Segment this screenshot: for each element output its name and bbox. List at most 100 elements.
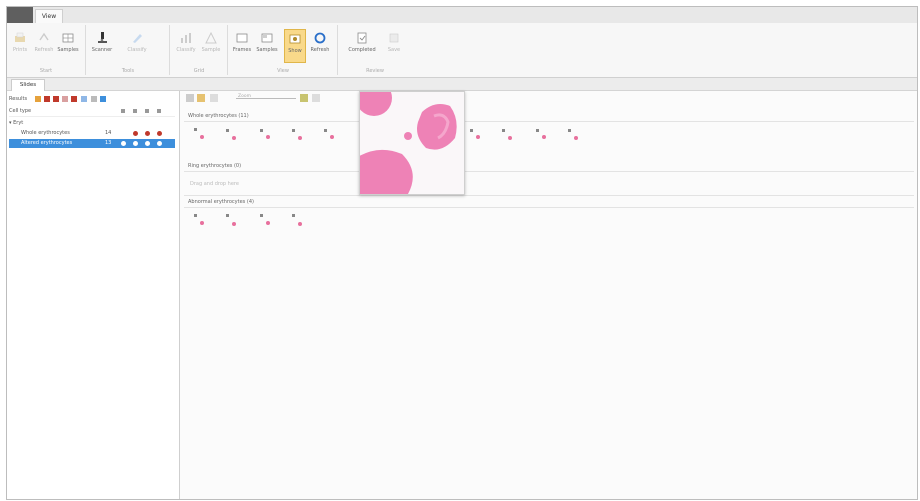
tree-item-whole-erythrocytes[interactable]: Whole erythrocytes 14	[9, 129, 175, 138]
cell-thumbnail[interactable]	[260, 129, 263, 132]
cell-thumbnail[interactable]	[200, 135, 204, 139]
section-divider	[184, 195, 914, 196]
cell-thumbnail[interactable]	[568, 129, 571, 132]
ribbon-group-grid: Classify Sample Grid	[171, 25, 228, 75]
app-window: View Prints Refresh Samples Start Scanne…	[6, 6, 918, 500]
cell-thumbnail[interactable]	[502, 129, 505, 132]
tree-item-count: 13	[105, 140, 112, 146]
user-icon[interactable]	[100, 96, 106, 102]
cell-thumbnail[interactable]	[470, 129, 473, 132]
ribbon-group-start: Prints Refresh Samples Start	[7, 25, 86, 75]
grid-icon	[62, 33, 74, 43]
cell-thumbnail[interactable]	[200, 221, 204, 225]
cell-thumbnail[interactable]	[226, 129, 229, 132]
tree-group-label: Eryt	[13, 120, 24, 126]
marker-icon[interactable]	[53, 96, 59, 102]
cell-thumbnail[interactable]	[226, 214, 229, 217]
ribbon-group-tools: Scanner Classify Tools	[87, 25, 170, 75]
app-menu-button[interactable]	[7, 7, 33, 23]
cell-thumbnail[interactable]	[266, 221, 270, 225]
scanner-label: Scanner	[91, 47, 113, 53]
cell-thumbnail[interactable]	[536, 129, 539, 132]
cell-thumbnail[interactable]	[324, 129, 327, 132]
cell-thumbnail[interactable]	[292, 214, 295, 217]
column-icon	[133, 109, 137, 113]
cell-thumbnail[interactable]	[298, 222, 302, 226]
cell-thumbnail[interactable]	[194, 128, 197, 131]
tab-slides[interactable]: Slides	[11, 79, 45, 91]
status-marker	[157, 141, 162, 146]
save-label: Save	[387, 47, 401, 53]
cell-type-header: Cell type	[9, 107, 175, 117]
zoom-label: Zoom	[238, 94, 251, 99]
status-marker	[133, 141, 138, 146]
cell-thumbnail[interactable]	[298, 136, 302, 140]
classify-chart-button[interactable]: Classify	[175, 29, 197, 63]
classify-button[interactable]: Classify	[117, 29, 157, 63]
view-refresh-label: Refresh	[310, 47, 330, 53]
cell-thumbnail[interactable]	[194, 214, 197, 217]
view-samples-label: Samples	[256, 47, 278, 53]
results-label: Results	[9, 96, 28, 102]
status-marker	[145, 131, 150, 136]
status-marker	[145, 141, 150, 146]
tab-view[interactable]: View	[35, 9, 63, 24]
show-button[interactable]: Show	[284, 29, 306, 63]
show-icon	[289, 34, 301, 44]
sample-button[interactable]: Sample	[200, 29, 222, 63]
view-mode-icon[interactable]	[186, 94, 194, 102]
view-samples-button[interactable]: Samples	[256, 29, 278, 63]
completed-label: Completed	[348, 47, 376, 53]
section-title-ring: Ring erythrocytes (0)	[188, 163, 242, 169]
cell-thumbnail[interactable]	[330, 135, 334, 139]
size-icon[interactable]	[300, 94, 308, 102]
cell-thumbnail[interactable]	[232, 136, 236, 140]
highlight-icon[interactable]	[62, 96, 68, 102]
cell-thumbnail[interactable]	[542, 135, 546, 139]
scanner-button[interactable]: Scanner	[91, 29, 113, 63]
prints-label: Prints	[12, 47, 28, 53]
cell-thumbnail[interactable]	[476, 135, 480, 139]
cell-thumbnail[interactable]	[292, 129, 295, 132]
ribbon-toolbar: Prints Refresh Samples Start Scanner Cla…	[7, 23, 917, 78]
check-doc-icon	[357, 32, 367, 44]
marker-icon[interactable]	[44, 96, 50, 102]
gallery-toolbar: Zoom	[186, 94, 326, 104]
completed-button[interactable]: Completed	[345, 29, 379, 63]
chart-icon	[181, 33, 191, 43]
cell-preview-popup	[359, 91, 465, 195]
filter-icon[interactable]	[35, 96, 41, 102]
marker-icon[interactable]	[71, 96, 77, 102]
section-divider	[184, 207, 914, 208]
section-divider	[184, 121, 914, 122]
document-tabs: Slides	[7, 78, 917, 91]
view-refresh-button[interactable]: Refresh	[309, 29, 331, 63]
title-bar: View	[7, 7, 917, 24]
help-icon[interactable]	[312, 94, 320, 102]
tree-item-label: Altered erythrocytes	[21, 140, 73, 146]
cell-thumbnail[interactable]	[260, 214, 263, 217]
settings-icon[interactable]	[91, 96, 97, 102]
drop-zone-placeholder[interactable]: Drag and drop here	[190, 181, 239, 187]
frames-button[interactable]: Frames	[231, 29, 253, 63]
refresh-button[interactable]: Refresh	[33, 29, 55, 63]
save-button[interactable]: Save	[383, 29, 405, 63]
tree-item-count: 14	[105, 130, 112, 136]
blood-cell-image	[360, 92, 464, 194]
info-icon[interactable]	[81, 96, 87, 102]
active-view-icon[interactable]	[197, 94, 205, 102]
cell-thumbnail[interactable]	[266, 135, 270, 139]
ribbon-group-label: Start	[39, 68, 53, 74]
show-label: Show	[288, 48, 302, 54]
sort-icon[interactable]	[210, 94, 218, 102]
cell-thumbnail[interactable]	[508, 136, 512, 140]
refresh-icon	[39, 32, 49, 41]
samples-button[interactable]: Samples	[57, 29, 79, 63]
cell-thumbnail[interactable]	[232, 222, 236, 226]
status-marker	[133, 131, 138, 136]
prints-button[interactable]: Prints	[9, 29, 31, 63]
ribbon-group-label: Review	[366, 68, 384, 74]
tree-item-altered-erythrocytes[interactable]: Altered erythrocytes 13	[9, 139, 175, 148]
tree-group-eryt[interactable]: ▾ Eryt	[9, 119, 175, 128]
cell-thumbnail[interactable]	[574, 136, 578, 140]
